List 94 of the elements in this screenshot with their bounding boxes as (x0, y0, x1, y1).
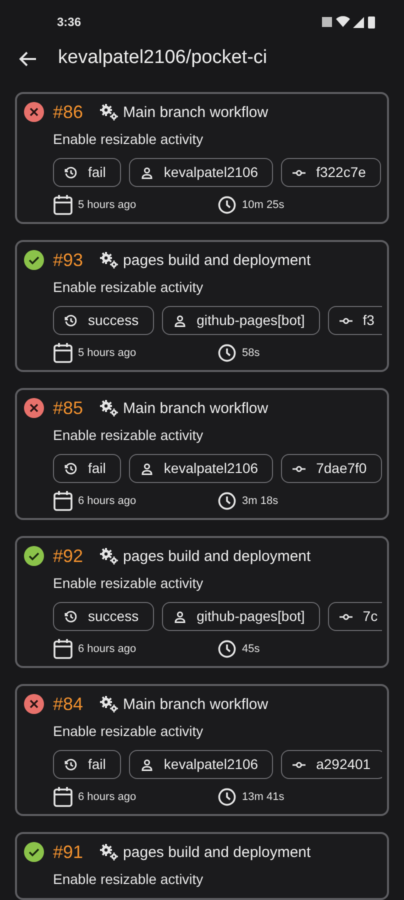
time-ago: 6 hours ago (78, 790, 138, 805)
person-icon (140, 758, 154, 772)
run-number: #84 (53, 695, 84, 713)
run-number: #92 (53, 547, 84, 565)
chip-label: fail (88, 163, 106, 182)
workflow-run-card[interactable]: #92 pages build and deployment Enable resizable activity success github-pages[bot] 7c 6 hours ago 45s (15, 536, 389, 668)
duration: 3m 18s (242, 494, 278, 509)
commit-message: Enable resizable activity (53, 723, 204, 739)
person-icon (140, 166, 154, 180)
time-ago: 5 hours ago (78, 346, 138, 361)
clock-icon (218, 788, 236, 806)
clock-icon (218, 196, 236, 214)
run-number: #86 (53, 103, 84, 121)
info-chip[interactable]: kevalpatel2106 (128, 454, 274, 483)
info-chip[interactable]: 7dae7f0 (281, 454, 382, 483)
info-chip[interactable]: success (53, 306, 154, 335)
person-icon (140, 462, 154, 476)
gears-icon (99, 695, 120, 713)
chip-label: kevalpatel2106 (164, 459, 258, 478)
info-chip[interactable]: a292401 (281, 750, 382, 779)
calendar-icon (53, 638, 73, 660)
gears-icon (99, 103, 120, 121)
info-chip[interactable]: 7c (328, 602, 382, 631)
info-chip[interactable]: fail (53, 158, 121, 187)
workflow-run-card[interactable]: #86 Main branch workflow Enable resizable activity fail kevalpatel2106 f322c7e 5 hours ago 10m 25s (15, 92, 389, 224)
workflow-name: Main branch workflow (123, 104, 268, 120)
chip-label: kevalpatel2106 (164, 755, 258, 774)
gears-icon (99, 547, 120, 565)
clock-icon (218, 344, 236, 362)
info-chip[interactable]: f322c7e (281, 158, 381, 187)
history-icon (64, 314, 78, 328)
commit-message: Enable resizable activity (53, 575, 204, 591)
person-icon (172, 314, 187, 328)
commit-message: Enable resizable activity (53, 131, 204, 147)
chip-label: github-pages[bot] (196, 607, 305, 626)
status-icons (322, 15, 376, 30)
duration: 10m 25s (242, 198, 284, 213)
chip-label: fail (88, 755, 106, 774)
workflow-run-card[interactable]: #84 Main branch workflow Enable resizable activity fail kevalpatel2106 a292401 6 hours ago 13m 41s (15, 684, 389, 816)
info-chip[interactable]: success (53, 602, 154, 631)
info-chip[interactable]: fail (53, 750, 121, 779)
chip-label: f3 (362, 311, 374, 330)
chip-label: 7dae7f0 (316, 459, 367, 478)
run-number: #93 (53, 251, 84, 269)
gears-icon (99, 251, 120, 269)
history-icon (64, 462, 78, 476)
info-chip[interactable]: kevalpatel2106 (128, 158, 274, 187)
duration: 45s (242, 642, 260, 657)
time-ago: 5 hours ago (78, 198, 138, 213)
workflow-name: Main branch workflow (123, 400, 268, 416)
status-time: 3:36 (57, 14, 82, 32)
workflow-name: pages build and deployment (123, 548, 311, 564)
info-chip[interactable]: fail (53, 454, 121, 483)
chip-label: success (88, 607, 139, 626)
chip-label: kevalpatel2106 (164, 163, 258, 182)
history-icon (64, 758, 78, 772)
gears-icon (99, 399, 120, 417)
page-title: kevalpatel2106/pocket-ci (58, 46, 268, 70)
person-icon (172, 610, 187, 624)
info-chip[interactable]: f3 (328, 306, 382, 335)
workflow-name: Main branch workflow (123, 696, 268, 712)
clock-icon (218, 640, 236, 658)
chip-label: github-pages[bot] (196, 311, 305, 330)
chip-label: 7c (362, 607, 378, 626)
back-arrow-icon (19, 50, 37, 67)
workflow-run-card[interactable]: #93 pages build and deployment Enable resizable activity success github-pages[bot] f3 5 hours ago 58s (15, 240, 389, 372)
commit-message: Enable resizable activity (53, 871, 204, 887)
history-icon (64, 610, 78, 624)
workflow-run-card[interactable]: #91 pages build and deployment Enable resizable activity (15, 832, 389, 900)
run-number: #85 (53, 399, 84, 417)
chip-label: success (88, 311, 139, 330)
workflow-run-card[interactable]: #85 Main branch workflow Enable resizable activity fail kevalpatel2106 7dae7f0 6 hours ago 3m 18s (15, 388, 389, 520)
info-chip[interactable]: github-pages[bot] (162, 602, 320, 631)
commit-message: Enable resizable activity (53, 279, 204, 295)
calendar-icon (53, 490, 73, 512)
time-ago: 6 hours ago (78, 642, 138, 657)
run-number: #91 (53, 843, 84, 861)
gears-icon (99, 843, 120, 861)
duration: 13m 41s (242, 790, 284, 805)
workflow-name: pages build and deployment (123, 844, 311, 860)
chip-label: fail (88, 459, 106, 478)
calendar-icon (53, 786, 73, 808)
workflow-name: pages build and deployment (123, 252, 311, 268)
time-ago: 6 hours ago (78, 494, 138, 509)
clock-icon (218, 492, 236, 510)
info-chip[interactable]: kevalpatel2106 (128, 750, 274, 779)
info-chip[interactable]: github-pages[bot] (162, 306, 320, 335)
calendar-icon (53, 342, 73, 364)
history-icon (64, 166, 78, 180)
duration: 58s (242, 346, 260, 361)
commit-message: Enable resizable activity (53, 427, 204, 443)
chip-label: a292401 (316, 755, 371, 774)
chip-label: f322c7e (316, 163, 366, 182)
calendar-icon (53, 194, 73, 216)
